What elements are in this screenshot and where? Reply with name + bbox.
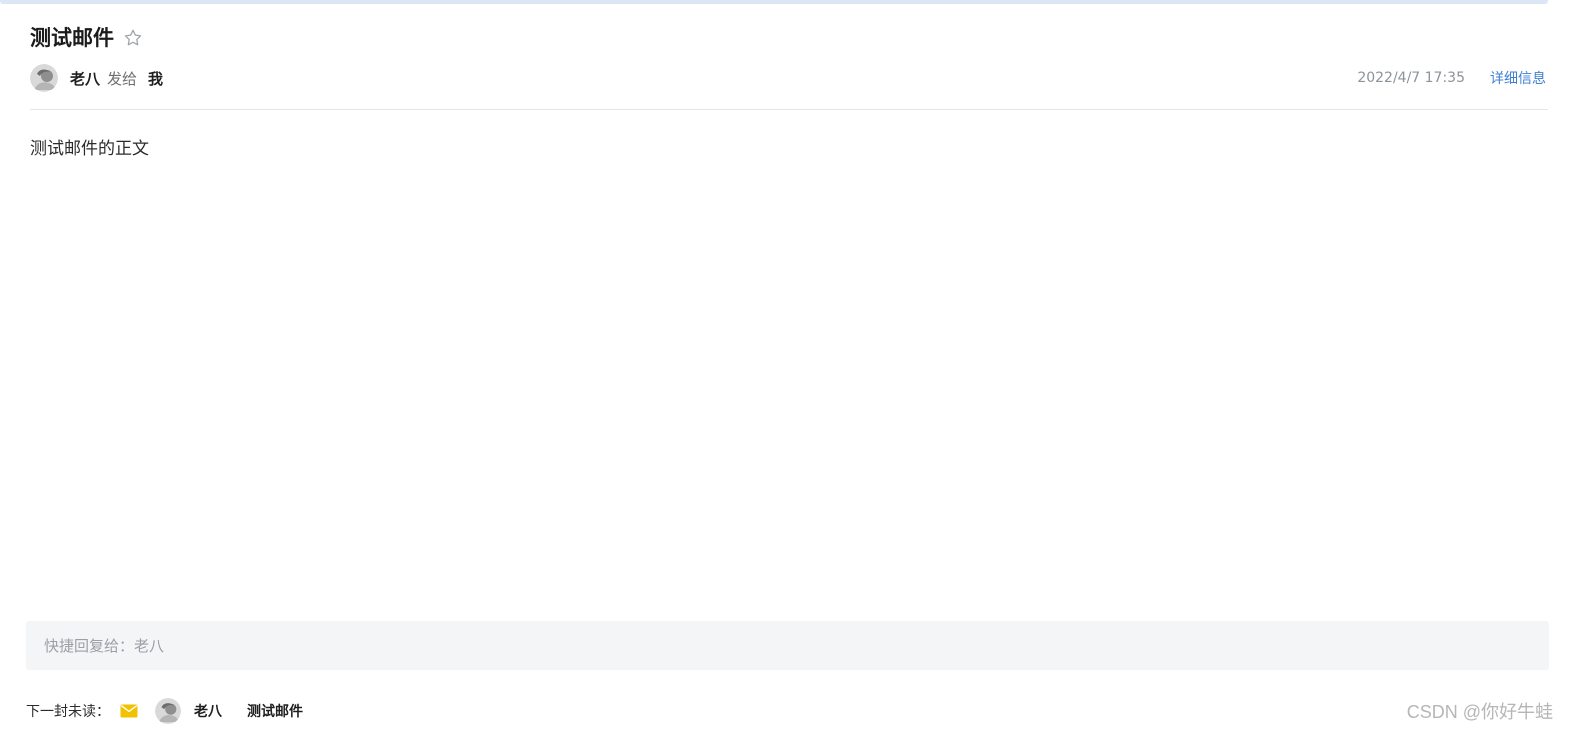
sent-to-label: 发给 — [107, 69, 138, 88]
next-sender-name[interactable]: 老八 — [194, 701, 222, 721]
next-email-subject[interactable]: 测试邮件 — [247, 701, 303, 721]
email-body: 测试邮件的正文 — [30, 139, 149, 159]
details-link[interactable]: 详细信息 — [1490, 68, 1546, 88]
star-icon[interactable] — [122, 27, 144, 49]
next-unread-bar: 下一封未读： 老八 测试邮件 — [26, 696, 303, 726]
watermark: CSDN @你好牛蛙 — [1406, 702, 1553, 722]
email-subject: 测试邮件 — [30, 26, 114, 50]
email-subject-row: 测试邮件 — [30, 22, 144, 54]
header-divider — [30, 109, 1548, 110]
top-accent-bar — [0, 0, 1548, 4]
email-timestamp: 2022/4/7 17:35 — [1357, 70, 1465, 86]
next-sender-avatar[interactable] — [155, 698, 181, 724]
recipient-name[interactable]: 我 — [148, 68, 163, 89]
quick-reply-field[interactable]: 快捷回复给：老八 — [26, 621, 1549, 670]
mail-icon — [120, 704, 138, 718]
sender-name[interactable]: 老八 — [70, 68, 100, 89]
sender-row: 老八 发给 我 2022/4/7 17:35 详细信息 — [30, 62, 1546, 94]
next-unread-label: 下一封未读： — [26, 704, 110, 720]
sender-avatar[interactable] — [30, 64, 58, 92]
quick-reply-placeholder: 快捷回复给：老八 — [44, 637, 165, 655]
